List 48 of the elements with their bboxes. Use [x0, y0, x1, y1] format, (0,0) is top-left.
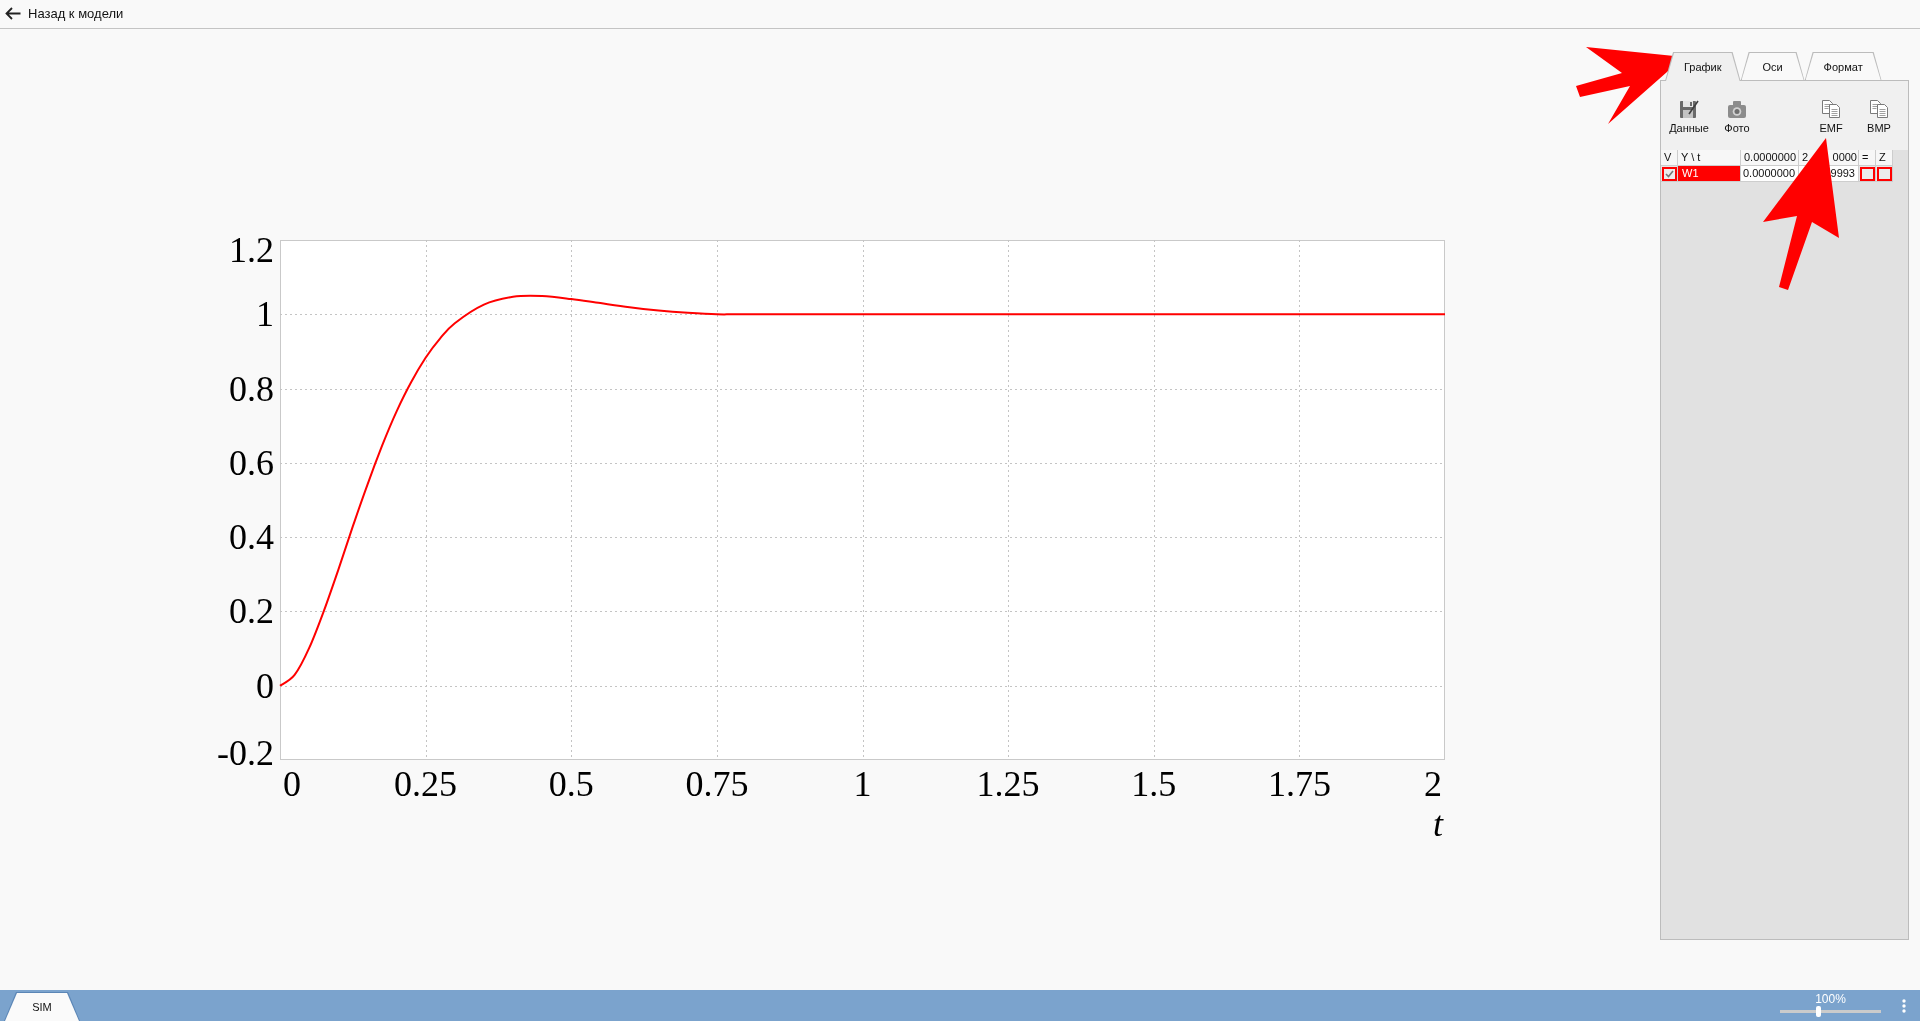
column-header: V	[1661, 150, 1678, 166]
y-tick-label: 1	[256, 294, 274, 335]
y-tick-label: -0.2	[217, 733, 274, 773]
x-tick-label: 1.5	[1131, 764, 1177, 804]
x-tick-label: 1.25	[976, 764, 1040, 804]
y-tick-label: 0.6	[229, 442, 274, 483]
documents-icon	[1821, 99, 1841, 119]
more-options-icon	[1902, 998, 1906, 1013]
toolbar-button[interactable]: EMF	[1809, 99, 1853, 134]
column-header-text: 2	[1802, 150, 1809, 165]
y-tick-label: 0	[256, 665, 274, 706]
column-header: Z	[1876, 150, 1893, 166]
series-name-cell[interactable]: W1	[1678, 166, 1741, 182]
documents-icon	[1869, 99, 1889, 119]
x-tick-label: 0.25	[394, 764, 458, 804]
column-header-text: 0000	[1832, 150, 1857, 165]
checkbox[interactable]	[1859, 166, 1875, 181]
y-tick-label: 0.4	[229, 517, 274, 558]
column-header: 0.0000000	[1741, 150, 1799, 166]
tab[interactable]: Формат	[1804, 52, 1882, 81]
slider-thumb[interactable]	[1816, 1006, 1822, 1017]
checkmark-icon	[1664, 169, 1674, 178]
x-tick-label: 1	[853, 764, 872, 804]
x-tick-label: 1.75	[1267, 764, 1331, 804]
tab[interactable]: SIM	[4, 992, 80, 1021]
checkbox[interactable]	[1661, 166, 1677, 181]
back-link[interactable]: Назад к модели	[5, 5, 124, 21]
toolbar-button[interactable]: Фото	[1715, 99, 1759, 134]
tab[interactable]: Оси	[1740, 52, 1805, 81]
x-axis-label: t	[1433, 804, 1443, 844]
x-tick-label: 0.75	[685, 764, 749, 804]
zoom-reading: 100%	[1815, 992, 1846, 1006]
x-tick-label: 0.5	[548, 764, 594, 804]
tab[interactable]: График	[1665, 52, 1741, 81]
toolbar-button[interactable]: Данные	[1667, 99, 1711, 134]
y-tick-label: 0.8	[229, 368, 274, 409]
back-arrow-icon	[5, 6, 21, 20]
y-tick-label: 1.2	[229, 230, 274, 270]
more-options-button[interactable]	[1902, 998, 1906, 1013]
toolbar-button[interactable]: BMP	[1857, 99, 1901, 134]
camera-icon	[1727, 99, 1747, 119]
column-header: =	[1859, 150, 1876, 166]
column-header: Y \ t	[1678, 150, 1741, 166]
table-cell: 0.0000000	[1741, 166, 1799, 182]
y-tick-label: 0.2	[229, 591, 274, 632]
x-tick-label: 0	[283, 764, 301, 804]
x-tick-label: 2	[1424, 764, 1442, 804]
checkbox[interactable]	[1876, 166, 1892, 181]
